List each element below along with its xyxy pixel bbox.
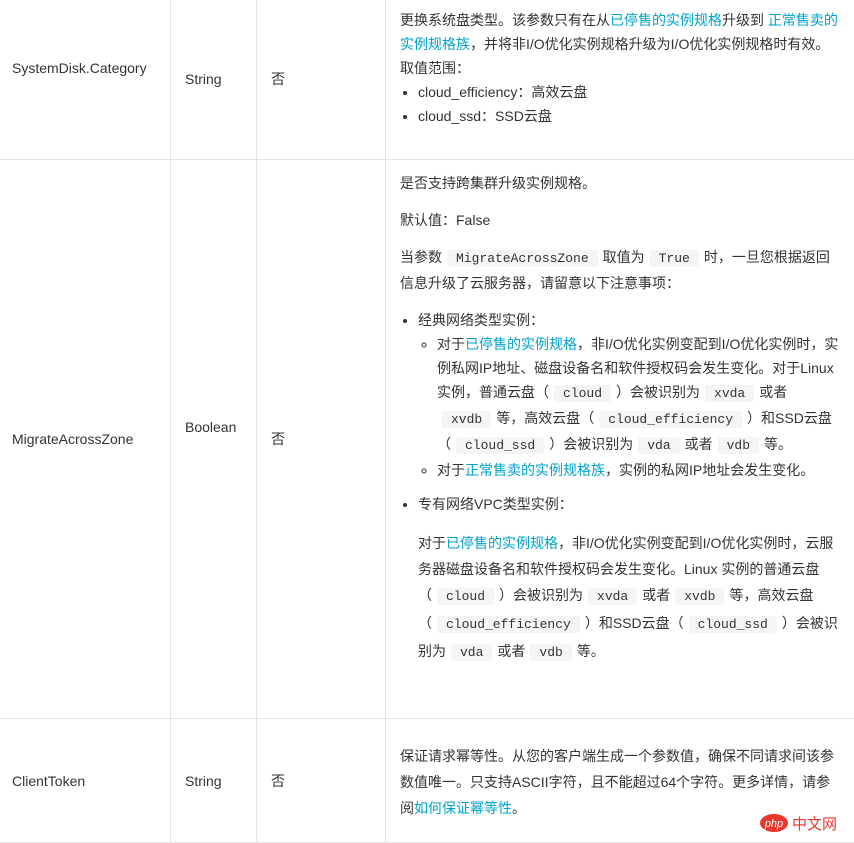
code-value: True	[649, 250, 699, 267]
code-value: vda	[638, 437, 680, 454]
column-divider	[256, 719, 257, 842]
list-item-vpc: 专有网络VPC类型实例： 对于已停售的实例规格，非I/O优化实例变配到I/O优化…	[418, 492, 842, 666]
param-name: MigrateAcrossZone	[12, 431, 134, 447]
link-available-families[interactable]: 正常售卖的实例规格族	[465, 462, 605, 478]
code-value: cloud_ssd	[688, 616, 777, 633]
sub-list: 对于已停售的实例规格，非I/O优化实例变配到I/O优化实例时，实例私网IP地址、…	[418, 332, 842, 482]
param-type: String	[185, 773, 222, 789]
column-divider	[385, 160, 386, 719]
list-item: 对于正常售卖的实例规格族，实例的私网IP地址会发生变化。	[437, 458, 842, 482]
param-type: Boolean	[185, 419, 237, 435]
column-divider	[256, 0, 257, 160]
column-divider	[170, 0, 171, 160]
code-value: xvdb	[442, 411, 492, 428]
param-required: 否	[271, 71, 285, 87]
link-discontinued-types[interactable]: 已停售的实例规格	[610, 12, 722, 28]
column-divider	[385, 0, 386, 160]
code-value: cloud_efficiency	[599, 411, 743, 428]
column-divider	[170, 719, 171, 842]
link-discontinued-types[interactable]: 已停售的实例规格	[465, 336, 577, 352]
description-text: 当参数 MigrateAcrossZone 取值为 True 时，一旦您根据返回信息升级…	[400, 249, 830, 291]
param-name: ClientToken	[12, 773, 86, 789]
table-row: ClientToken String 否 保证请求幂等性。从您的客户端生成一个参…	[0, 718, 854, 843]
notice-list: 经典网络类型实例： 对于已停售的实例规格，非I/O优化实例变配到I/O优化实例时…	[400, 308, 842, 666]
code-param: MigrateAcrossZone	[447, 250, 598, 267]
list-item: cloud_ssd：SSD云盘	[418, 104, 842, 128]
code-value: vdb	[717, 437, 760, 454]
description-text: 是否支持跨集群升级实例规格。	[400, 175, 596, 191]
list-item-classic: 经典网络类型实例： 对于已停售的实例规格，非I/O优化实例变配到I/O优化实例时…	[418, 308, 842, 482]
code-value: xvda	[705, 385, 755, 402]
code-value: cloud	[437, 588, 495, 605]
param-required: 否	[271, 773, 285, 789]
table-row: SystemDisk.Category String 否 更换系统盘类型。该参数…	[0, 0, 854, 160]
default-value: 默认值：False	[400, 212, 491, 228]
param-required: 否	[271, 431, 285, 447]
code-value: cloud	[554, 385, 612, 402]
link-discontinued-types[interactable]: 已停售的实例规格	[446, 535, 558, 551]
watermark-logo: php 中文网	[758, 806, 854, 840]
description-text: 对于已停售的实例规格，非I/O优化实例变配到I/O优化实例时，云服务器磁盘设备名…	[418, 535, 838, 661]
list-item: 对于已停售的实例规格，非I/O优化实例变配到I/O优化实例时，实例私网IP地址、…	[437, 332, 842, 458]
code-value: cloud_ssd	[456, 437, 545, 454]
code-value: xvdb	[675, 588, 725, 605]
watermark-text: 中文网	[792, 815, 837, 833]
param-name: SystemDisk.Category	[12, 60, 147, 76]
code-value: xvda	[588, 588, 638, 605]
table-row: MigrateAcrossZone Boolean 否 是否支持跨集群升级实例规…	[0, 159, 854, 719]
watermark-logo-text: php	[764, 818, 783, 830]
param-description: 更换系统盘类型。该参数只有在从已停售的实例规格升级到 正常售卖的实例规格族，并将…	[400, 8, 842, 128]
column-divider	[170, 160, 171, 719]
value-list: cloud_efficiency：高效云盘 cloud_ssd：SSD云盘	[400, 80, 842, 128]
description-text: 更换系统盘类型。该参数只有在从已停售的实例规格升级到 正常售卖的实例规格族，并将…	[400, 12, 838, 76]
param-description: 是否支持跨集群升级实例规格。 默认值：False 当参数 MigrateAcros…	[400, 171, 842, 666]
column-divider	[256, 160, 257, 719]
code-value: vda	[451, 644, 493, 661]
code-value: cloud_efficiency	[437, 616, 580, 633]
link-idempotency[interactable]: 如何保证幂等性	[414, 800, 512, 816]
column-divider	[385, 719, 386, 842]
param-type: String	[185, 71, 222, 87]
code-value: vdb	[530, 644, 572, 661]
php-logo-icon: php 中文网	[760, 814, 837, 833]
list-item: cloud_efficiency：高效云盘	[418, 80, 842, 104]
